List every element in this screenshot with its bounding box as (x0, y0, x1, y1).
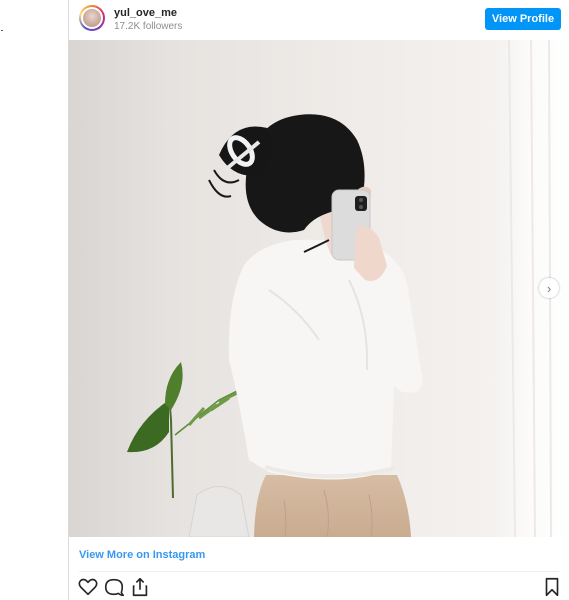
divider (79, 571, 559, 572)
comment-icon[interactable] (103, 576, 125, 598)
heart-icon[interactable] (77, 576, 99, 598)
bookmark-icon[interactable] (541, 576, 563, 598)
username[interactable]: yul_ove_me (114, 7, 177, 19)
monstera-leaf (127, 400, 169, 453)
post-image[interactable]: › (69, 40, 569, 537)
chevron-right-icon: › (546, 280, 552, 296)
post-header: yul_ove_me 17.2K followers View Profile (69, 0, 569, 40)
carousel-next-button[interactable]: › (539, 278, 559, 298)
avatar-ring (81, 7, 103, 29)
skirt (254, 475, 411, 537)
palm-leaf (187, 390, 240, 426)
share-icon[interactable] (129, 576, 151, 598)
instagram-embed-card: yul_ove_me 17.2K followers View Profile (68, 0, 569, 600)
post-actions (77, 576, 563, 598)
post-photo-illustration (127, 40, 569, 537)
view-profile-button[interactable]: View Profile (485, 8, 561, 30)
avatar-photo (83, 9, 101, 27)
follower-count: 17.2K followers (114, 21, 183, 32)
avatar[interactable] (79, 5, 105, 31)
lamp (188, 486, 250, 537)
hand (354, 226, 387, 282)
page-margin-mark (1, 30, 3, 31)
view-more-link[interactable]: View More on Instagram (79, 549, 205, 561)
white-cardigan (228, 239, 423, 480)
